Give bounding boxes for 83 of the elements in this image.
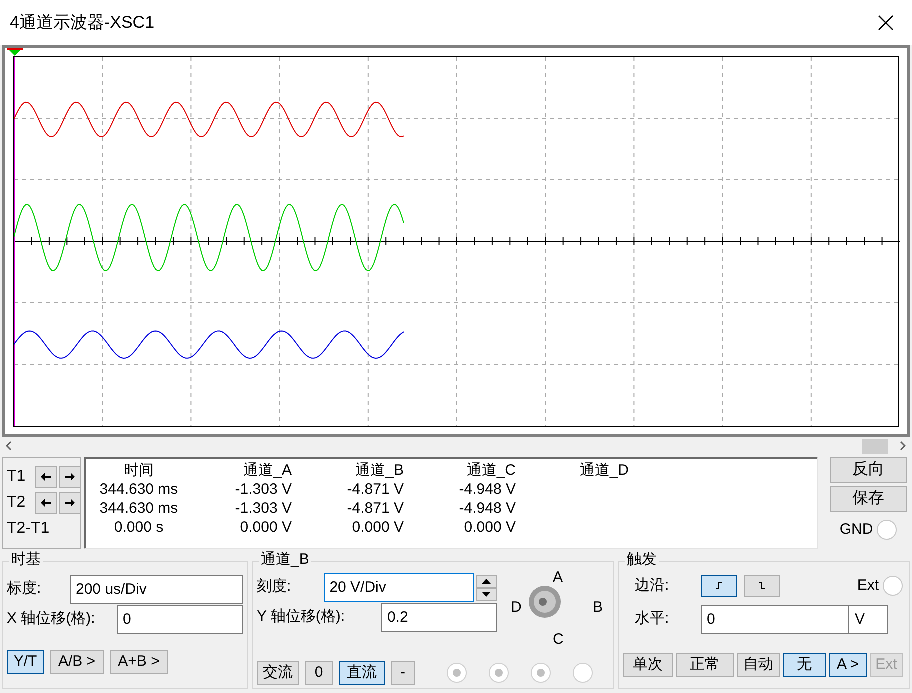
- input-field[interactable]: 0: [701, 604, 849, 634]
- right-arrow-button[interactable]: [59, 492, 81, 514]
- coupling-button[interactable]: 0: [305, 661, 333, 685]
- field-label: 边沿:: [634, 576, 670, 596]
- right-arrow-icon: [65, 499, 75, 507]
- field-label: 水平:: [634, 608, 670, 629]
- field-label: Y 轴位移(格):: [257, 607, 346, 628]
- group-title: 触发: [625, 551, 659, 569]
- knob-label: B: [593, 598, 604, 618]
- edge-button[interactable]: [701, 575, 737, 598]
- falling-edge-icon: [758, 582, 766, 590]
- column-header: 时间: [124, 461, 154, 480]
- display-mode-button[interactable]: A/B >: [50, 650, 104, 674]
- spin-up-button[interactable]: [476, 574, 497, 588]
- input-field[interactable]: 20 V/Div: [324, 573, 474, 602]
- ext-label: Ext: [857, 576, 879, 596]
- trigger-mode-button[interactable]: 单次: [623, 652, 673, 676]
- group-title: 通道_B: [259, 551, 312, 569]
- trigger-mode-button[interactable]: 正常: [676, 652, 734, 676]
- cursor-label: T2-T1: [7, 519, 50, 539]
- unit-field: V: [849, 604, 888, 634]
- left-arrow-icon: [41, 473, 51, 481]
- input-field[interactable]: 0.2: [381, 603, 497, 632]
- column-header: 通道_D: [580, 461, 629, 480]
- gnd-radio[interactable]: [877, 520, 898, 540]
- column-header: 通道_A: [244, 461, 292, 480]
- readout-cell: -1.303 V: [235, 480, 292, 499]
- up-triangle-icon: [482, 578, 491, 584]
- input-field[interactable]: 0: [117, 605, 243, 634]
- trigger-mode-button[interactable]: A >: [829, 652, 867, 676]
- side-button[interactable]: 反向: [830, 457, 907, 483]
- coupling-button[interactable]: 直流: [339, 661, 385, 685]
- readout-cell: 0.000 V: [464, 518, 516, 537]
- readout-cell: 0.000 V: [240, 518, 292, 537]
- group-title: 时基: [9, 551, 43, 569]
- left-arrow-button[interactable]: [35, 466, 57, 488]
- scroll-thumb[interactable]: [862, 438, 888, 454]
- spin-down-button[interactable]: [476, 588, 497, 600]
- readout-cell: 344.630 ms: [100, 499, 178, 518]
- readout-cell: -4.948 V: [459, 499, 516, 518]
- scroll-left-icon[interactable]: [6, 440, 14, 452]
- knob-label: A: [553, 568, 564, 588]
- readout-cell: 0.000 V: [352, 518, 404, 537]
- scroll-right-icon[interactable]: [900, 441, 906, 451]
- column-header: 通道_C: [466, 461, 516, 480]
- channel-knob-icon[interactable]: [528, 585, 562, 619]
- trigger-mode-button[interactable]: 自动: [737, 652, 780, 676]
- coupling-button[interactable]: 交流: [257, 661, 299, 685]
- trigger-marker-icon: [7, 48, 23, 56]
- channel-radio[interactable]: [489, 663, 509, 683]
- readout-cell: -4.871 V: [347, 480, 404, 499]
- ext-radio[interactable]: [883, 576, 903, 596]
- readout-cell: -4.948 V: [459, 480, 516, 499]
- left-arrow-button[interactable]: [35, 492, 57, 514]
- right-arrow-button[interactable]: [59, 466, 81, 488]
- knob-label: D: [511, 598, 522, 618]
- display-mode-button[interactable]: Y/T: [7, 650, 44, 674]
- field-label: X 轴位移(格):: [7, 609, 96, 630]
- readout-cell: 0.000 s: [114, 518, 164, 537]
- cursor-label: T2: [7, 493, 27, 513]
- close-icon[interactable]: [878, 14, 894, 30]
- readout-cell: -1.303 V: [235, 499, 292, 518]
- channel-radio[interactable]: [573, 663, 593, 683]
- column-header: 通道_B: [356, 461, 404, 480]
- down-triangle-icon: [482, 592, 491, 596]
- channel-radio[interactable]: [531, 663, 551, 683]
- window-title: 4通道示波器-XSC1: [10, 12, 155, 34]
- rising-edge-icon: [715, 582, 723, 590]
- display-mode-button[interactable]: A+B >: [110, 650, 168, 674]
- field-label: 标度:: [7, 579, 42, 600]
- channel-radio[interactable]: [447, 663, 467, 683]
- coupling-button[interactable]: -: [391, 661, 415, 685]
- readout-cell: 344.630 ms: [100, 480, 178, 499]
- knob-label: C: [553, 630, 564, 650]
- side-button[interactable]: 保存: [830, 486, 907, 512]
- trigger-mode-button[interactable]: 无: [783, 652, 826, 676]
- gnd-label: GND: [840, 520, 874, 540]
- readout-cell: -4.871 V: [347, 499, 404, 518]
- right-arrow-icon: [65, 473, 75, 481]
- input-field[interactable]: 200 us/Div: [70, 575, 243, 604]
- cursor-label: T1: [7, 467, 27, 487]
- left-arrow-icon: [41, 499, 51, 507]
- field-label: 刻度:: [257, 577, 292, 598]
